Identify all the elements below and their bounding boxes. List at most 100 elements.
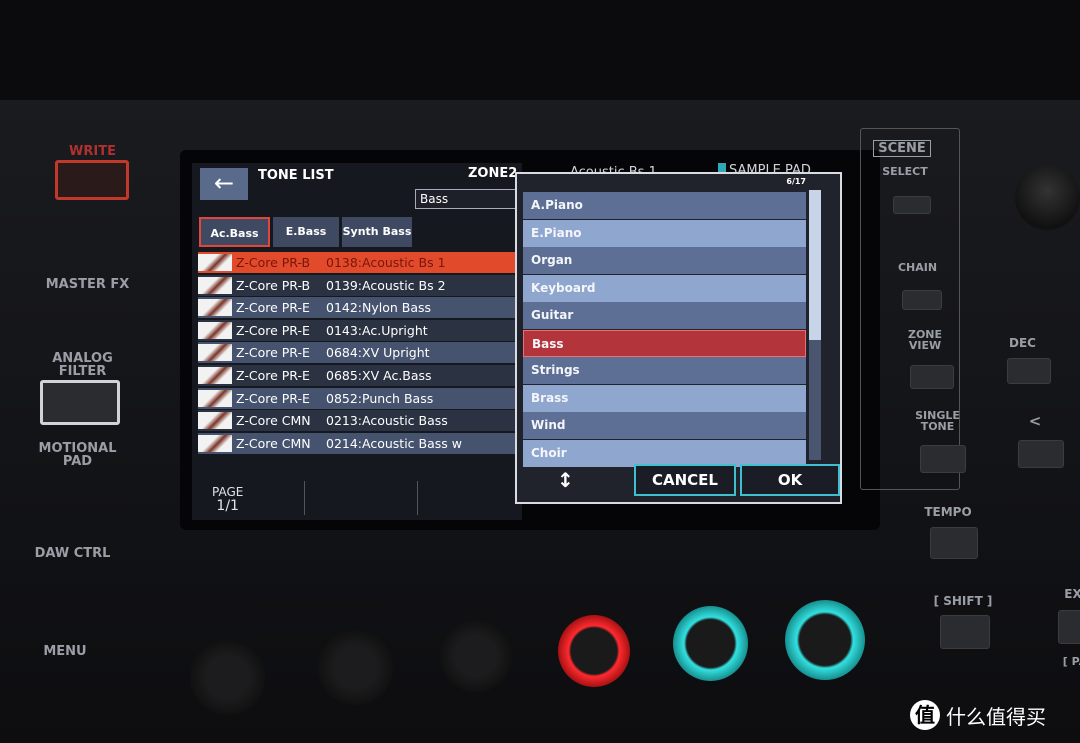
zone-view-button[interactable] [910,365,954,389]
tone-name: 0685:XV Ac.Bass [326,368,432,383]
popup-counter: 6/17 [786,177,806,186]
watermark-text: 什么值得买 [946,704,1046,729]
tone-bank: Z-Core PR-E [236,368,310,383]
category-item[interactable]: Bass [523,329,806,357]
prev-label: < [1028,412,1042,430]
tone-name: 0138:Acoustic Bs 1 [326,255,446,270]
tab-e-bass[interactable]: E.Bass [273,217,339,247]
category-item[interactable]: Brass [523,384,806,412]
menu-label: MENU [43,644,87,659]
knob-6-cyan[interactable] [785,600,865,680]
single-tone-button[interactable] [920,445,966,473]
chain-label: CHAIN [897,261,938,274]
screen-title: TONE LIST [258,168,334,183]
tone-row[interactable]: Z-Core PR-B 0138:Acoustic Bs 1 [198,252,522,273]
tone-name: 0142:Nylon Bass [326,300,432,316]
tempo-button[interactable] [930,527,978,559]
cancel-button[interactable]: CANCEL [634,464,736,496]
category-item[interactable]: Choir [523,439,806,467]
up-down-arrow-icon[interactable]: ↕ [557,468,574,492]
bass-instrument-icon [198,276,232,294]
back-button[interactable]: ← [200,168,248,200]
tone-row[interactable]: Z-Core PR-E 0142:Nylon Bass [198,297,522,319]
watermark: 值什么值得买 [910,700,1046,730]
footer-divider [304,481,305,515]
tone-bank: Z-Core PR-B [236,255,311,270]
tone-row[interactable]: Z-Core PR-B 0139:Acoustic Bs 2 [198,274,522,296]
tone-row[interactable]: Z-Core PR-E 0684:XV Upright [198,342,522,364]
knob-3[interactable] [440,620,512,692]
tone-bank: Z-Core PR-B [236,277,311,293]
tone-name: 0143:Ac.Upright [326,322,428,338]
bass-instrument-icon [198,367,232,384]
chain-button[interactable] [902,290,942,310]
tone-row[interactable]: Z-Core PR-E 0143:Ac.Upright [198,319,522,341]
tone-name: 0213:Acoustic Bass [326,413,448,429]
bass-instrument-icon [198,254,232,271]
category-item[interactable]: Strings [523,357,806,384]
master-fx-label: MASTER FX [45,277,130,292]
knob-5-cyan[interactable] [673,606,748,681]
tone-bank: Z-Core PR-E [236,390,310,406]
watermark-logo-icon: 值 [910,700,940,730]
category-item[interactable]: Keyboard [523,274,806,302]
category-item[interactable]: Wind [523,412,806,439]
page-value: 1/1 [216,498,239,514]
ex-button[interactable] [1058,610,1080,644]
page-indicator: PAGE 1/1 [212,485,243,513]
bass-instrument-icon [198,434,232,452]
arrow-left-icon: ← [213,169,235,197]
tone-name: 0684:XV Upright [326,345,430,361]
zone-label: ZONE2 [468,166,518,181]
analog-filter-label: ANALOG FILTER [52,351,113,379]
tone-row[interactable]: Z-Core PR-E 0852:Punch Bass [198,387,522,409]
ex-label: EX [1064,587,1080,601]
tone-bank: Z-Core PR-E [236,345,310,361]
tone-bank: Z-Core CMN [236,413,311,429]
category-item[interactable]: A.Piano [523,192,806,219]
select-button[interactable] [893,196,931,214]
category-popup: 6/17 A.Piano E.Piano Organ Keyboard Guitar Ba… [515,172,842,504]
tone-name: 0852:Punch Bass [326,390,434,406]
ok-button[interactable]: OK [740,464,840,496]
daw-ctrl-label: DAW CTRL [34,546,111,561]
category-search-field[interactable]: Bass [415,189,522,209]
select-label: SELECT [882,165,928,178]
single-tone-label: SINGLE TONE [915,409,960,433]
bass-instrument-icon [198,389,232,407]
bass-instrument-icon [198,412,232,430]
shift-button[interactable] [940,615,990,649]
bass-instrument-icon [198,321,232,339]
pa-label: [ PA [1062,655,1080,668]
footer-divider [417,481,418,515]
prev-button[interactable] [1018,440,1064,468]
write-label: WRITE [69,144,116,159]
page-label: PAGE [212,485,244,499]
tempo-label: TEMPO [924,505,972,519]
dec-label: DEC [1009,336,1036,350]
zone-view-label: ZONE VIEW [907,328,943,352]
popup-scrollbar[interactable] [809,190,821,460]
write-button[interactable] [55,160,129,200]
dec-button[interactable] [1007,358,1051,384]
tone-row[interactable]: Z-Core CMN 0213:Acoustic Bass [198,410,522,432]
bass-instrument-icon [198,344,232,362]
tone-row[interactable]: Z-Core CMN 0214:Acoustic Bass w [198,432,522,454]
category-item[interactable]: Guitar [523,302,806,329]
category-item[interactable]: Organ [523,247,806,274]
category-item[interactable]: E.Piano [523,219,806,247]
knob-2[interactable] [318,630,393,705]
tab-ac-bass[interactable]: Ac.Bass [199,217,270,247]
tone-name: 0139:Acoustic Bs 2 [326,277,446,293]
knob-4-red[interactable] [558,615,630,687]
value-dial[interactable] [1015,165,1080,230]
analog-filter-button[interactable] [40,380,120,425]
scene-label: SCENE [873,140,931,157]
tone-row[interactable]: Z-Core PR-E 0685:XV Ac.Bass [198,365,522,386]
tab-synth-bass[interactable]: Synth Bass [342,217,412,247]
shift-label: [ SHIFT ] [933,594,993,608]
knob-1[interactable] [190,640,265,715]
tone-bank: Z-Core PR-E [236,322,310,338]
scrollbar-thumb[interactable] [809,190,821,340]
tone-bank: Z-Core PR-E [236,300,310,316]
